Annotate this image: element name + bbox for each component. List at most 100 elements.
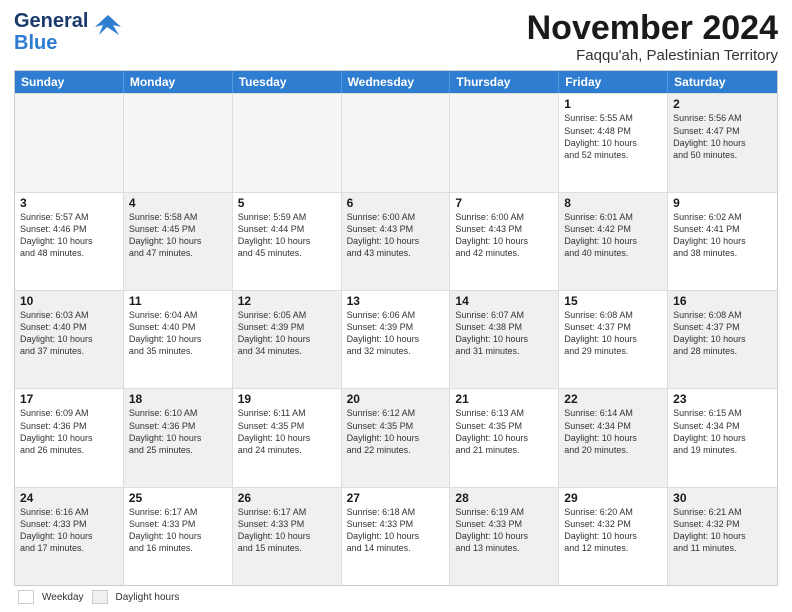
day-number: 29 [564,491,662,505]
col-tuesday: Tuesday [233,71,342,93]
day-number: 18 [129,392,227,406]
calendar-cell [124,94,233,191]
calendar-cell [15,94,124,191]
day-info: Sunrise: 6:02 AM Sunset: 4:41 PM Dayligh… [673,211,772,260]
legend-dark-label: Daylight hours [116,592,180,603]
day-info: Sunrise: 6:08 AM Sunset: 4:37 PM Dayligh… [673,309,772,358]
day-info: Sunrise: 6:00 AM Sunset: 4:43 PM Dayligh… [455,211,553,260]
day-info: Sunrise: 6:06 AM Sunset: 4:39 PM Dayligh… [347,309,445,358]
calendar-cell: 1Sunrise: 5:55 AM Sunset: 4:48 PM Daylig… [559,94,668,191]
logo-blue: Blue [14,32,88,54]
calendar-cell: 22Sunrise: 6:14 AM Sunset: 4:34 PM Dayli… [559,389,668,486]
legend-dark-box [92,590,108,604]
day-number: 8 [564,196,662,210]
day-info: Sunrise: 5:59 AM Sunset: 4:44 PM Dayligh… [238,211,336,260]
header: General Blue November 2024 Faqqu'ah, Pal… [14,10,778,64]
day-number: 14 [455,294,553,308]
day-number: 7 [455,196,553,210]
day-info: Sunrise: 6:00 AM Sunset: 4:43 PM Dayligh… [347,211,445,260]
col-monday: Monday [124,71,233,93]
day-info: Sunrise: 6:21 AM Sunset: 4:32 PM Dayligh… [673,506,772,555]
calendar-week-4: 17Sunrise: 6:09 AM Sunset: 4:36 PM Dayli… [15,388,777,486]
calendar-cell [233,94,342,191]
calendar-cell: 19Sunrise: 6:11 AM Sunset: 4:35 PM Dayli… [233,389,342,486]
logo: General Blue [14,10,123,54]
calendar-cell: 17Sunrise: 6:09 AM Sunset: 4:36 PM Dayli… [15,389,124,486]
day-number: 22 [564,392,662,406]
page: General Blue November 2024 Faqqu'ah, Pal… [0,0,792,612]
legend: Weekday Daylight hours [14,590,778,604]
calendar-week-1: 1Sunrise: 5:55 AM Sunset: 4:48 PM Daylig… [15,93,777,191]
day-number: 23 [673,392,772,406]
calendar-week-5: 24Sunrise: 6:16 AM Sunset: 4:33 PM Dayli… [15,487,777,585]
day-info: Sunrise: 6:18 AM Sunset: 4:33 PM Dayligh… [347,506,445,555]
calendar-cell: 3Sunrise: 5:57 AM Sunset: 4:46 PM Daylig… [15,193,124,290]
day-number: 1 [564,97,662,111]
day-info: Sunrise: 6:20 AM Sunset: 4:32 PM Dayligh… [564,506,662,555]
calendar-cell: 23Sunrise: 6:15 AM Sunset: 4:34 PM Dayli… [668,389,777,486]
day-number: 27 [347,491,445,505]
day-info: Sunrise: 6:08 AM Sunset: 4:37 PM Dayligh… [564,309,662,358]
day-info: Sunrise: 6:17 AM Sunset: 4:33 PM Dayligh… [238,506,336,555]
calendar-body: 1Sunrise: 5:55 AM Sunset: 4:48 PM Daylig… [15,93,777,585]
calendar-cell: 8Sunrise: 6:01 AM Sunset: 4:42 PM Daylig… [559,193,668,290]
calendar-header: Sunday Monday Tuesday Wednesday Thursday… [15,71,777,93]
calendar: Sunday Monday Tuesday Wednesday Thursday… [14,70,778,586]
day-info: Sunrise: 6:09 AM Sunset: 4:36 PM Dayligh… [20,407,118,456]
calendar-cell [342,94,451,191]
day-number: 3 [20,196,118,210]
day-number: 20 [347,392,445,406]
page-subtitle: Faqqu'ah, Palestinian Territory [527,47,778,64]
calendar-cell: 12Sunrise: 6:05 AM Sunset: 4:39 PM Dayli… [233,291,342,388]
day-info: Sunrise: 6:19 AM Sunset: 4:33 PM Dayligh… [455,506,553,555]
day-info: Sunrise: 6:07 AM Sunset: 4:38 PM Dayligh… [455,309,553,358]
calendar-cell: 29Sunrise: 6:20 AM Sunset: 4:32 PM Dayli… [559,488,668,585]
day-info: Sunrise: 6:05 AM Sunset: 4:39 PM Dayligh… [238,309,336,358]
day-number: 26 [238,491,336,505]
calendar-cell: 9Sunrise: 6:02 AM Sunset: 4:41 PM Daylig… [668,193,777,290]
day-info: Sunrise: 5:57 AM Sunset: 4:46 PM Dayligh… [20,211,118,260]
day-info: Sunrise: 6:10 AM Sunset: 4:36 PM Dayligh… [129,407,227,456]
col-sunday: Sunday [15,71,124,93]
calendar-cell: 5Sunrise: 5:59 AM Sunset: 4:44 PM Daylig… [233,193,342,290]
day-number: 15 [564,294,662,308]
logo-bird-icon [93,13,123,48]
calendar-cell: 21Sunrise: 6:13 AM Sunset: 4:35 PM Dayli… [450,389,559,486]
calendar-cell: 26Sunrise: 6:17 AM Sunset: 4:33 PM Dayli… [233,488,342,585]
calendar-cell: 7Sunrise: 6:00 AM Sunset: 4:43 PM Daylig… [450,193,559,290]
day-number: 11 [129,294,227,308]
calendar-cell: 25Sunrise: 6:17 AM Sunset: 4:33 PM Dayli… [124,488,233,585]
legend-light-box [18,590,34,604]
col-wednesday: Wednesday [342,71,451,93]
day-number: 19 [238,392,336,406]
calendar-cell: 30Sunrise: 6:21 AM Sunset: 4:32 PM Dayli… [668,488,777,585]
calendar-cell: 11Sunrise: 6:04 AM Sunset: 4:40 PM Dayli… [124,291,233,388]
col-friday: Friday [559,71,668,93]
calendar-cell: 6Sunrise: 6:00 AM Sunset: 4:43 PM Daylig… [342,193,451,290]
day-number: 17 [20,392,118,406]
calendar-cell: 27Sunrise: 6:18 AM Sunset: 4:33 PM Dayli… [342,488,451,585]
day-number: 5 [238,196,336,210]
day-number: 25 [129,491,227,505]
day-info: Sunrise: 6:16 AM Sunset: 4:33 PM Dayligh… [20,506,118,555]
day-info: Sunrise: 6:13 AM Sunset: 4:35 PM Dayligh… [455,407,553,456]
calendar-cell: 10Sunrise: 6:03 AM Sunset: 4:40 PM Dayli… [15,291,124,388]
day-info: Sunrise: 5:56 AM Sunset: 4:47 PM Dayligh… [673,112,772,161]
legend-light-label: Weekday [42,592,84,603]
calendar-cell: 16Sunrise: 6:08 AM Sunset: 4:37 PM Dayli… [668,291,777,388]
day-number: 6 [347,196,445,210]
day-info: Sunrise: 6:03 AM Sunset: 4:40 PM Dayligh… [20,309,118,358]
calendar-cell: 20Sunrise: 6:12 AM Sunset: 4:35 PM Dayli… [342,389,451,486]
day-number: 16 [673,294,772,308]
calendar-cell: 18Sunrise: 6:10 AM Sunset: 4:36 PM Dayli… [124,389,233,486]
col-saturday: Saturday [668,71,777,93]
col-thursday: Thursday [450,71,559,93]
calendar-week-3: 10Sunrise: 6:03 AM Sunset: 4:40 PM Dayli… [15,290,777,388]
day-number: 12 [238,294,336,308]
day-number: 24 [20,491,118,505]
calendar-cell: 2Sunrise: 5:56 AM Sunset: 4:47 PM Daylig… [668,94,777,191]
day-number: 10 [20,294,118,308]
calendar-cell [450,94,559,191]
day-info: Sunrise: 6:04 AM Sunset: 4:40 PM Dayligh… [129,309,227,358]
title-block: November 2024 Faqqu'ah, Palestinian Terr… [527,10,778,64]
